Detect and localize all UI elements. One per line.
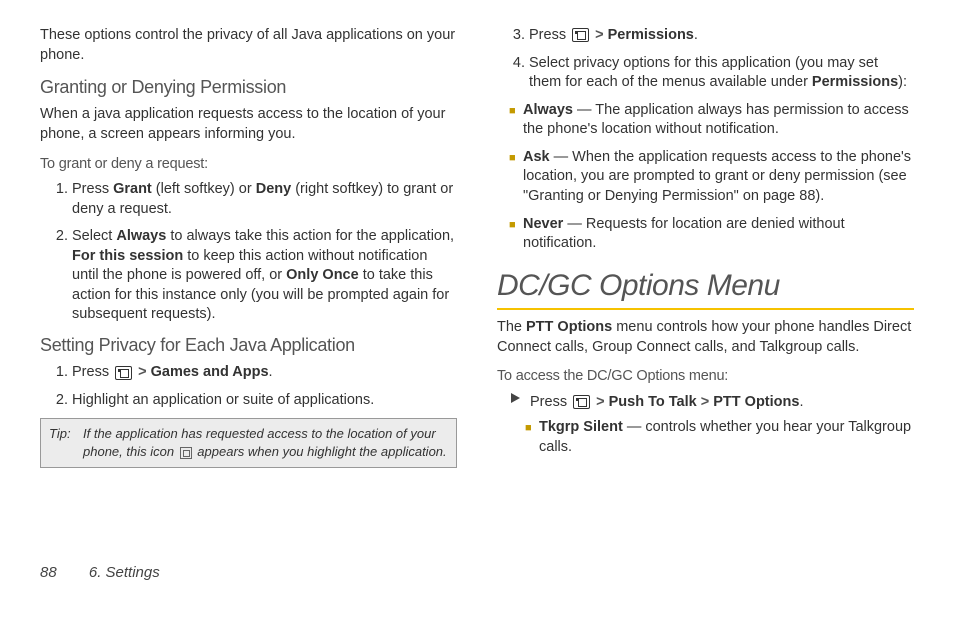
right-column: Press > Permissions. Select privacy opti… [497,20,914,550]
location-requested-icon [180,447,192,459]
priv-step-4: Select privacy options for this applicat… [529,54,914,93]
page-columns: These options control the privacy of all… [0,0,954,560]
privacy-steps: Press > Games and Apps. Highlight an app… [40,363,457,410]
tip-label: Tip: [49,425,83,460]
opt-always: ■ Always — The application always has pe… [509,101,914,140]
arrow-icon [511,393,520,403]
menu-key-icon [573,395,590,409]
bullet-icon: ■ [509,215,523,254]
page-footer: 88 6. Settings [0,560,954,581]
granting-intro: When a java application requests access … [40,105,457,144]
dcgc-step: Press > Push To Talk > PTT Options. [511,393,914,413]
granting-lead: To grant or deny a request: [40,155,457,175]
opt-tkgrp: ■ Tkgrp Silent — controls whether you he… [525,418,914,457]
grant-step-2: Select Always to always take this action… [72,227,457,325]
tip-text: If the application has requested access … [83,425,448,460]
bullet-icon: ■ [509,148,523,207]
dcgc-options: ■ Tkgrp Silent — controls whether you he… [525,418,914,457]
bullet-icon: ■ [525,418,539,457]
page-number: 88 [40,564,57,581]
dcgc-intro: The PTT Options menu controls how your p… [497,318,914,357]
menu-key-icon [572,28,589,42]
left-column: These options control the privacy of all… [40,20,457,550]
priv-step-1: Press > Games and Apps. [72,363,457,383]
bullet-icon: ■ [509,101,523,140]
opt-ask: ■ Ask — When the application requests ac… [509,148,914,207]
dcgc-lead: To access the DC/GC Options menu: [497,367,914,387]
heading-dcgc: DC/GC Options Menu [497,266,914,311]
grant-step-1: Press Grant (left softkey) or Deny (righ… [72,180,457,219]
heading-granting: Granting or Denying Permission [40,75,457,99]
priv-step-3: Press > Permissions. [529,26,914,46]
privacy-steps-cont: Press > Permissions. Select privacy opti… [497,26,914,93]
granting-steps: Press Grant (left softkey) or Deny (righ… [40,180,457,325]
tip-box: Tip: If the application has requested ac… [40,418,457,467]
intro-text: These options control the privacy of all… [40,26,457,65]
heading-privacy: Setting Privacy for Each Java Applicatio… [40,333,457,357]
chapter-title: 6. Settings [89,564,160,581]
menu-key-icon [115,366,132,380]
priv-step-2: Highlight an application or suite of app… [72,391,457,411]
permission-options: ■ Always — The application always has pe… [509,101,914,254]
opt-never: ■ Never — Requests for location are deni… [509,215,914,254]
